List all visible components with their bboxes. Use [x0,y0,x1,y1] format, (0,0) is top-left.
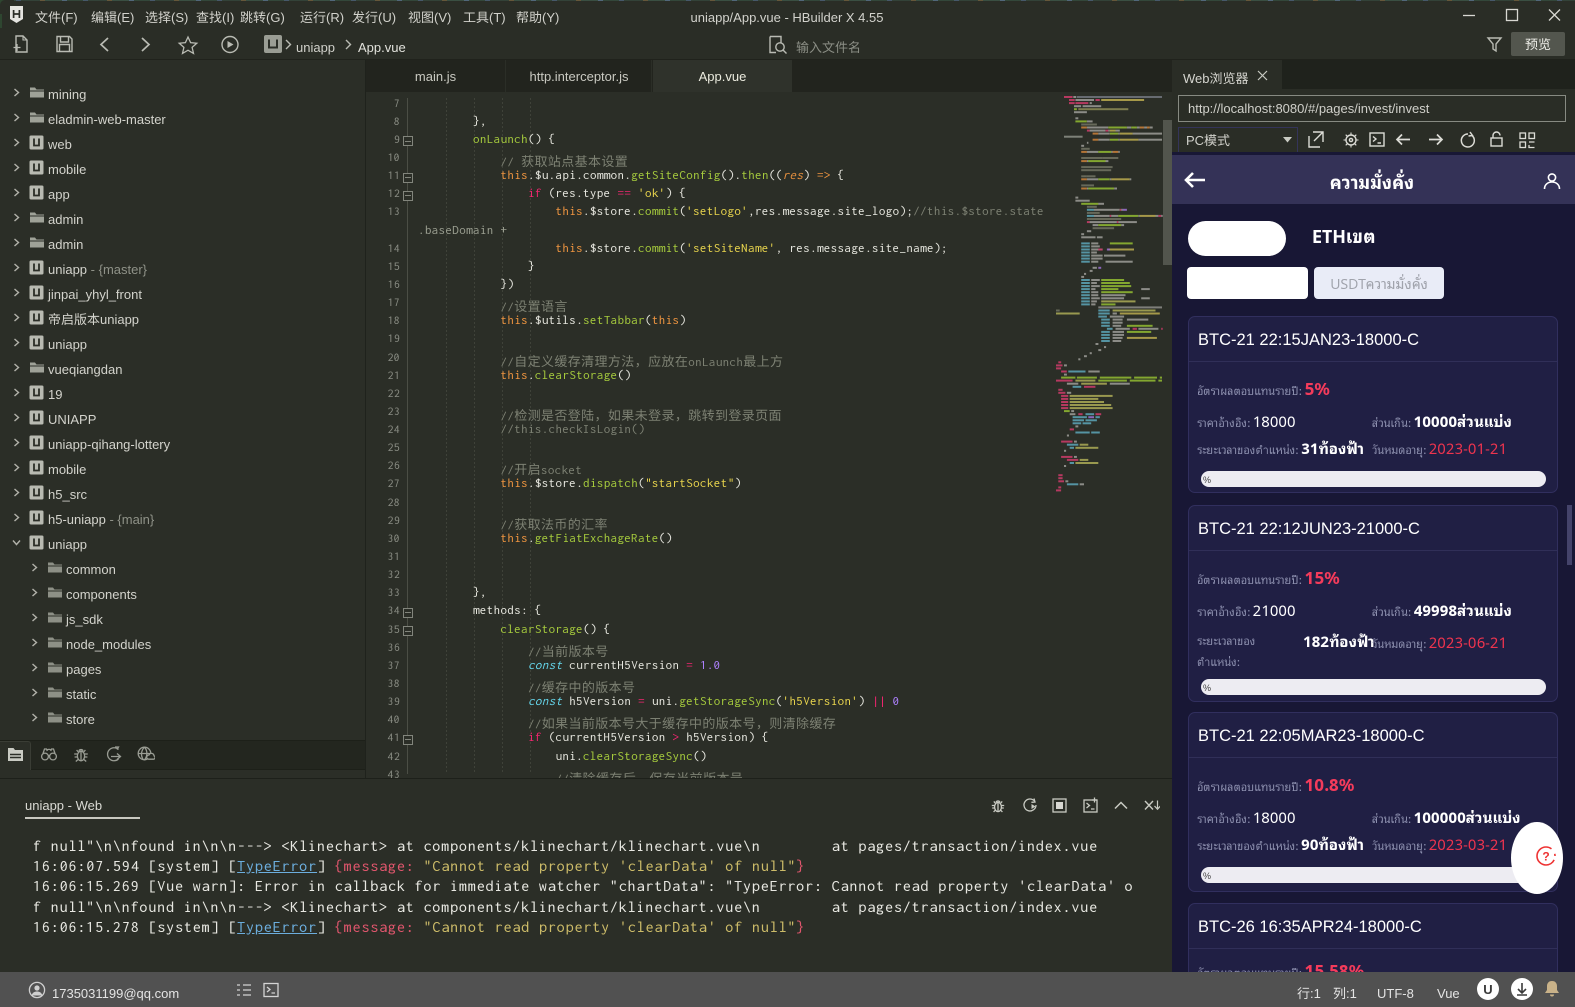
svg-text:?: ? [1542,850,1549,864]
